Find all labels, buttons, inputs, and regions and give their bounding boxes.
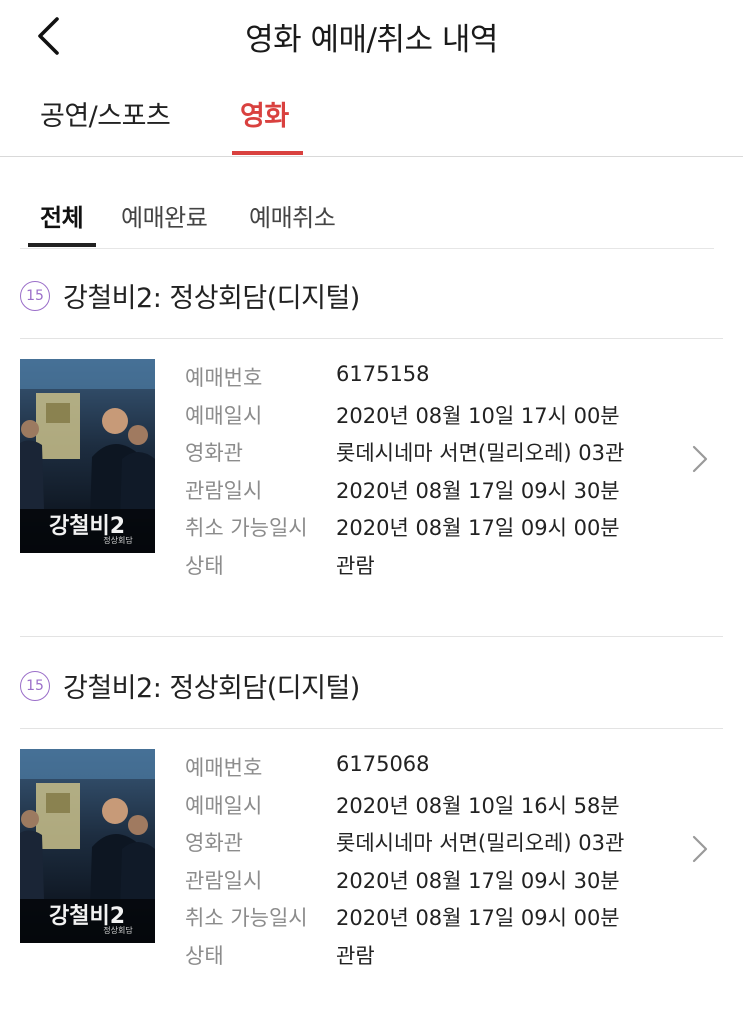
label-booking-datetime: 예매일시 [185, 403, 263, 428]
label-cancel-deadline: 취소 가능일시 [185, 516, 308, 540]
info-row-status: 상태 관람 [185, 550, 665, 588]
value-booking-datetime: 2020년 08월 10일 17시 00분 [336, 403, 620, 428]
chevron-right-icon [692, 835, 708, 863]
poster-subtitle: 정상회담 [103, 925, 133, 935]
value-status: 관람 [336, 943, 375, 968]
label-booking-number: 예매번호 [185, 756, 263, 780]
movie-poster: 강철비2 정상회담 [20, 749, 155, 943]
label-theater: 영화관 [185, 831, 243, 855]
movie-title: 강철비2: 정상회담(디지털) [63, 283, 360, 314]
info-row-theater: 영화관 롯데시네마 서면(밀리오레) 03관 [185, 827, 665, 865]
tab-movie[interactable]: 영화 [240, 94, 289, 133]
booking-info: 예매번호 6175068 예매일시 2020년 08월 10일 16시 58분 … [185, 752, 665, 977]
booking-info: 예매번호 6175158 예매일시 2020년 08월 10일 17시 00분 … [185, 362, 665, 587]
movie-title: 강철비2: 정상회담(디지털) [63, 673, 360, 704]
label-theater: 영화관 [185, 441, 243, 465]
info-row-booking-number: 예매번호 6175068 [185, 752, 665, 790]
booking-card: 15 강철비2: 정상회담(디지털) 강철비2 정상회담 [20, 258, 723, 637]
active-tab-indicator [232, 151, 303, 155]
header-bar: 영화 예매/취소 내역 [0, 0, 743, 72]
info-row-theater: 영화관 롯데시네마 서면(밀리오레) 03관 [185, 437, 665, 475]
info-row-cancel-deadline: 취소 가능일시 2020년 08월 17일 09시 00분 [185, 512, 665, 550]
label-viewing-datetime: 관람일시 [185, 478, 263, 503]
filter-tab-all[interactable]: 전체 [40, 198, 84, 233]
info-row-viewing-datetime: 관람일시 2020년 08월 17일 09시 30분 [185, 865, 665, 903]
label-booking-number: 예매번호 [185, 366, 263, 390]
booking-card-header: 15 강철비2: 정상회담(디지털) [20, 258, 723, 339]
info-row-cancel-deadline: 취소 가능일시 2020년 08월 17일 09시 00분 [185, 902, 665, 940]
value-viewing-datetime: 2020년 08월 17일 09시 30분 [336, 868, 620, 893]
value-theater: 롯데시네마 서면(밀리오레) 03관 [336, 441, 625, 465]
label-cancel-deadline: 취소 가능일시 [185, 906, 308, 930]
booking-detail-link[interactable]: 강철비2 정상회담 예매번호 6175158 예매일시 2020년 08월 10… [20, 339, 723, 637]
value-booking-number: 6175068 [336, 752, 430, 776]
age-rating-badge: 15 [20, 671, 50, 701]
label-status: 상태 [185, 943, 224, 968]
value-booking-number: 6175158 [336, 362, 430, 386]
booking-card: 15 강철비2: 정상회담(디지털) 강철비2 정상회담 [20, 648, 723, 1018]
value-viewing-datetime: 2020년 08월 17일 09시 30분 [336, 478, 620, 503]
info-row-status: 상태 관람 [185, 940, 665, 978]
page-title: 영화 예매/취소 내역 [245, 22, 498, 58]
value-status: 관람 [336, 553, 375, 578]
label-booking-datetime: 예매일시 [185, 793, 263, 818]
value-theater: 롯데시네마 서면(밀리오레) 03관 [336, 831, 625, 855]
age-rating-badge: 15 [20, 281, 50, 311]
info-row-viewing-datetime: 관람일시 2020년 08월 17일 09시 30분 [185, 475, 665, 513]
active-filter-indicator [28, 243, 96, 247]
main-tab-bar: 공연/스포츠 영화 [0, 80, 743, 157]
value-cancel-deadline: 2020년 08월 17일 09시 00분 [336, 516, 620, 540]
booking-card-header: 15 강철비2: 정상회담(디지털) [20, 648, 723, 729]
booking-detail-link[interactable]: 강철비2 정상회담 예매번호 6175068 예매일시 2020년 08월 10… [20, 729, 723, 1027]
movie-poster: 강철비2 정상회담 [20, 359, 155, 553]
filter-tab-completed[interactable]: 예매완료 [121, 198, 208, 233]
label-status: 상태 [185, 553, 224, 578]
chevron-right-icon [692, 445, 708, 473]
filter-tab-cancelled[interactable]: 예매취소 [249, 198, 336, 233]
info-row-booking-number: 예매번호 6175158 [185, 362, 665, 400]
filter-tab-bar: 전체 예매완료 예매취소 [20, 190, 714, 249]
label-viewing-datetime: 관람일시 [185, 868, 263, 893]
value-booking-datetime: 2020년 08월 10일 16시 58분 [336, 793, 620, 818]
info-row-booking-datetime: 예매일시 2020년 08월 10일 17시 00분 [185, 400, 665, 438]
tab-performance-sports[interactable]: 공연/스포츠 [40, 94, 171, 133]
info-row-booking-datetime: 예매일시 2020년 08월 10일 16시 58분 [185, 790, 665, 828]
value-cancel-deadline: 2020년 08월 17일 09시 00분 [336, 906, 620, 930]
poster-subtitle: 정상회담 [103, 535, 133, 545]
